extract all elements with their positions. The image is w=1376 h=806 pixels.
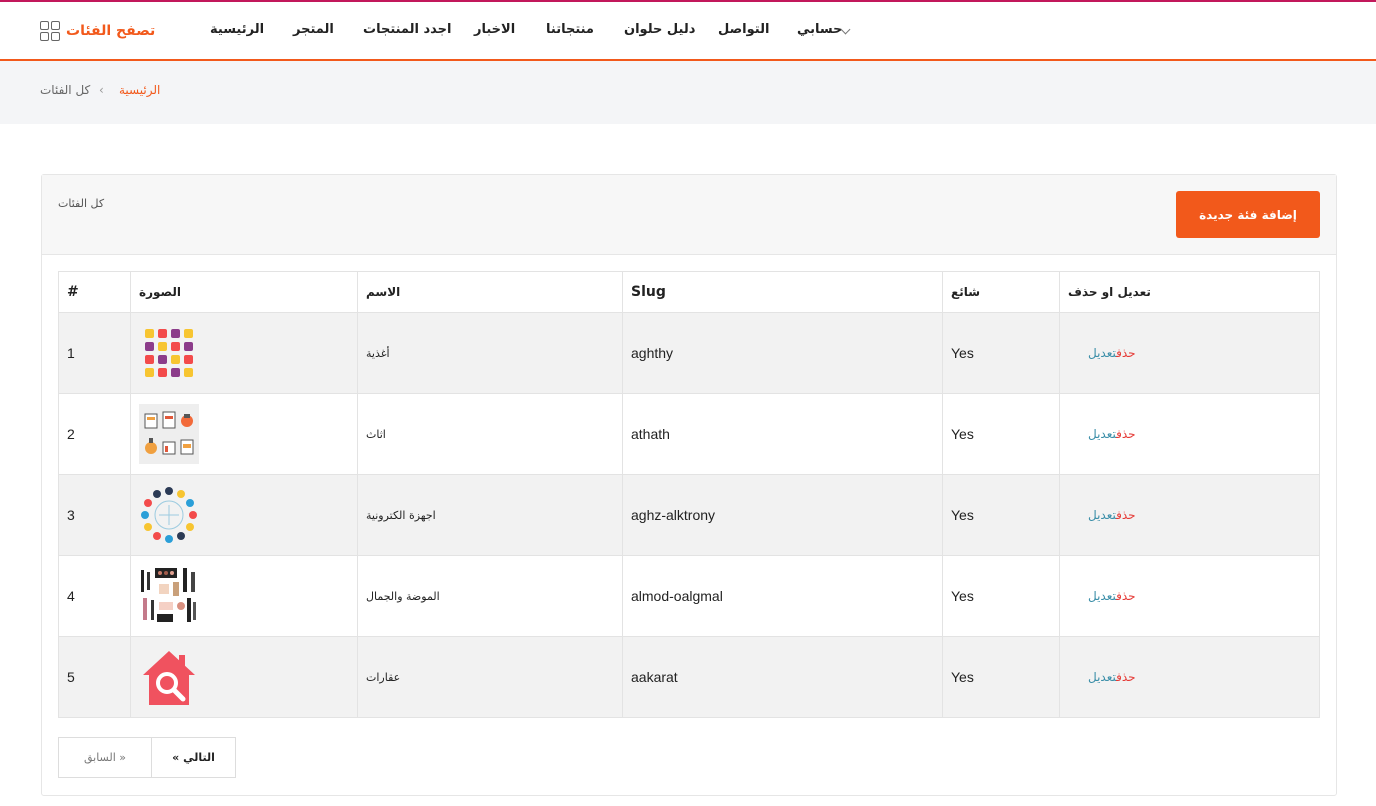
row-image-cell [130,393,358,475]
breadcrumb: الرئيسية ‹ كل الفئات [0,61,1376,124]
header-name: الاسم [357,271,623,313]
row-name: أغذية [357,312,623,394]
header-actions: تعديل او حذف [1059,271,1320,313]
table-row: 5 عقارات aakarat Yes حذفتعديل [58,636,1320,718]
furniture-icons-image [139,404,199,464]
navbar: تصفح الفئات الرئيسية المتجر اجدد المنتجا… [0,2,1376,61]
row-number: 5 [58,636,131,718]
edit-link[interactable]: تعديل [1088,670,1116,684]
header-popular: شائع [942,271,1060,313]
electronics-image [141,487,197,543]
row-slug: athath [622,393,943,475]
delete-link[interactable]: حذف [1116,508,1135,522]
nav-home[interactable]: الرئيسية [210,22,264,37]
header-slug: Slug [622,271,943,313]
nav-news[interactable]: الاخبار [474,22,515,37]
browse-categories-label: تصفح الفئات [66,23,156,39]
header-image: الصورة [130,271,358,313]
nav-newest-products[interactable]: اجدد المنتجات [363,22,452,37]
row-image-cell [130,474,358,556]
row-popular: Yes [942,555,1060,637]
row-image-cell [130,636,358,718]
nav-our-products[interactable]: منتجاتنا [546,22,594,37]
pagination-previous[interactable]: السابق » [58,737,152,778]
table-row: 1 أغذية aghthy Yes حذفتعديل [58,312,1320,394]
edit-link[interactable]: تعديل [1088,427,1116,441]
browse-categories[interactable]: تصفح الفئات [40,21,155,41]
row-popular: Yes [942,474,1060,556]
row-number: 2 [58,393,131,475]
grid-icon [40,21,60,41]
food-icons-image [145,329,193,377]
delete-link[interactable]: حذف [1116,589,1135,603]
breadcrumb-separator: ‹ [99,83,104,97]
nav-helwan-guide[interactable]: دليل حلوان [624,22,695,37]
card-header: كل الفئات إضافة فئة جديدة [42,175,1336,255]
house-search-icon [143,651,195,705]
card-title: كل الفئات [58,197,105,210]
row-slug: almod-oalgmal [622,555,943,637]
nav-my-account[interactable]: حسابي [797,22,843,37]
edit-link[interactable]: تعديل [1088,346,1116,360]
nav-contact[interactable]: التواصل [718,22,769,37]
row-popular: Yes [942,393,1060,475]
edit-link[interactable]: تعديل [1088,589,1116,603]
table-row: 2 اثاث athath Yes حذفتعديل [58,393,1320,475]
row-slug: aakarat [622,636,943,718]
row-actions: حذفتعديل [1059,312,1320,394]
row-slug: aghz-alktrony [622,474,943,556]
edit-link[interactable]: تعديل [1088,508,1116,522]
table-header-row: # الصورة الاسم Slug شائع تعديل او حذف [58,271,1320,313]
delete-link[interactable]: حذف [1116,427,1135,441]
row-number: 1 [58,312,131,394]
table-row: 3 اجهزة الكترونية aghz-alktrony Yes حذفت… [58,474,1320,556]
categories-table: # الصورة الاسم Slug شائع تعديل او حذف 1 … [58,271,1320,718]
row-image-cell [130,555,358,637]
row-number: 4 [58,555,131,637]
breadcrumb-home[interactable]: الرئيسية [119,83,160,97]
breadcrumb-current: كل الفئات [40,83,91,97]
row-popular: Yes [942,312,1060,394]
row-name: الموضة والجمال [357,555,623,637]
row-actions: حذفتعديل [1059,636,1320,718]
header-number: # [58,271,131,313]
pagination-next[interactable]: « التالي [151,737,236,778]
cosmetics-image [139,566,199,626]
row-actions: حذفتعديل [1059,393,1320,475]
row-name: اجهزة الكترونية [357,474,623,556]
row-image-cell [130,312,358,394]
row-number: 3 [58,474,131,556]
nav-store[interactable]: المتجر [293,22,334,37]
row-name: عقارات [357,636,623,718]
row-slug: aghthy [622,312,943,394]
row-actions: حذفتعديل [1059,474,1320,556]
row-name: اثاث [357,393,623,475]
add-category-button[interactable]: إضافة فئة جديدة [1176,191,1320,238]
row-popular: Yes [942,636,1060,718]
table-row: 4 الموضة والجمال almod-oalgmal Yes حذفتع… [58,555,1320,637]
row-actions: حذفتعديل [1059,555,1320,637]
delete-link[interactable]: حذف [1116,670,1135,684]
delete-link[interactable]: حذف [1116,346,1135,360]
